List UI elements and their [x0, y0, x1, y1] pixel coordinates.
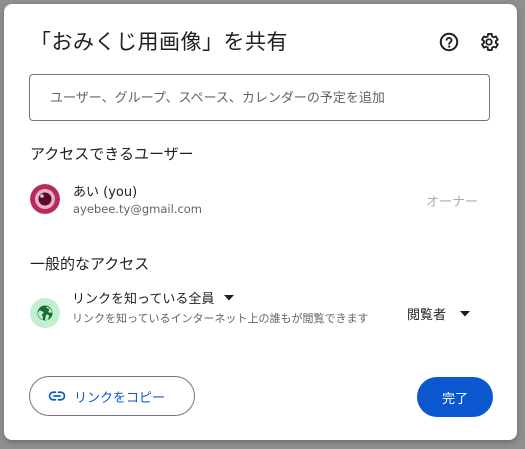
chevron-down-icon: [460, 306, 471, 321]
general-access-heading: 一般的なアクセス: [30, 255, 150, 273]
globe-icon: [30, 298, 60, 328]
gear-icon[interactable]: [478, 31, 500, 53]
add-people-input[interactable]: [50, 87, 470, 109]
access-role-dropdown[interactable]: 閲覧者: [407, 304, 471, 323]
share-dialog: 「おみくじ用画像」を共有 アクセスできるユーザー あい (you) ayebee…: [4, 4, 517, 440]
general-access-scope-label: リンクを知っている全員: [72, 292, 215, 307]
access-role-label: 閲覧者: [407, 308, 447, 323]
user-email: ayebee.ty@gmail.com: [73, 202, 203, 216]
dialog-title: 「おみくじ用画像」を共有: [30, 30, 288, 54]
general-access-scope-dropdown[interactable]: リンクを知っている全員: [72, 288, 235, 307]
people-with-access-heading: アクセスできるユーザー: [30, 145, 194, 163]
owner-role-label: オーナー: [426, 195, 479, 210]
copy-link-label: リンクをコピー: [74, 390, 166, 406]
copy-link-button[interactable]: リンクをコピー: [29, 376, 195, 416]
chevron-down-icon: [224, 290, 235, 305]
add-people-field[interactable]: [29, 74, 490, 121]
avatar: [30, 184, 60, 214]
link-icon: [48, 387, 66, 405]
user-name: あい (you): [73, 185, 138, 200]
general-access-description: リンクを知っているインターネット上の誰もが閲覧できます: [72, 312, 369, 325]
done-button[interactable]: 完了: [417, 377, 493, 417]
help-icon[interactable]: [438, 31, 460, 53]
